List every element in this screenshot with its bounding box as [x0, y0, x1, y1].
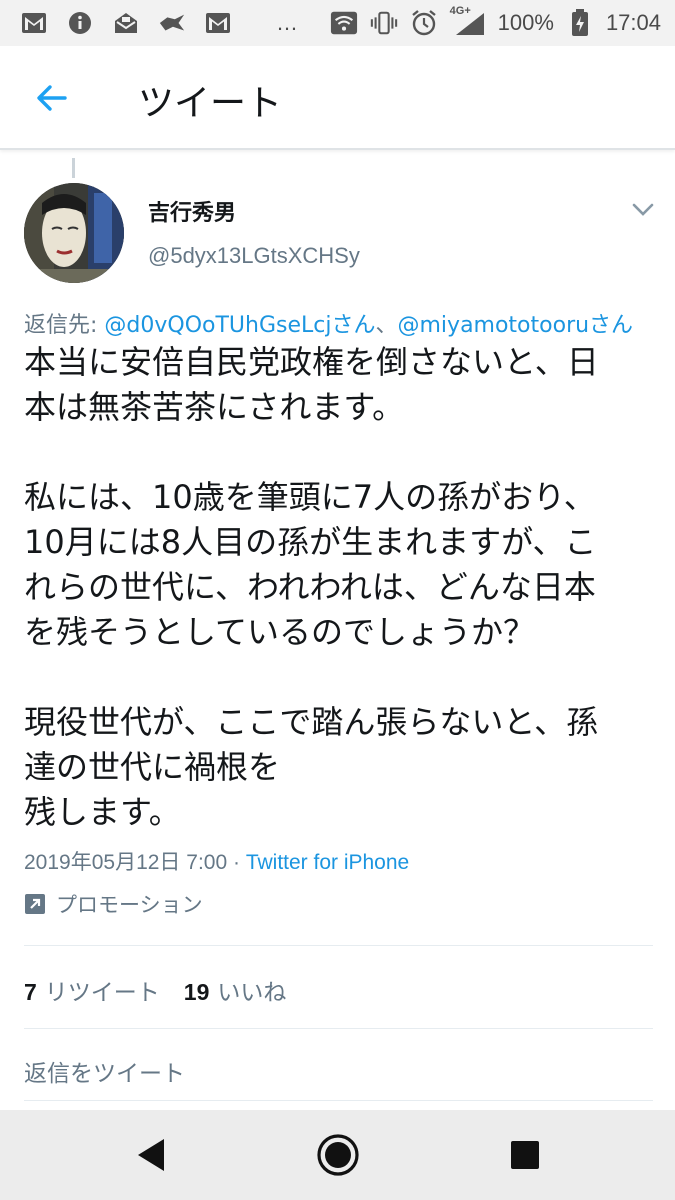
tweet-text-line: 私には、10歳を筆頭に7人の孫がおり、: [24, 478, 596, 516]
wifi-icon: [330, 9, 358, 37]
author-handle[interactable]: @5dyx13LGtsXCHSy: [148, 243, 360, 269]
tweet-text-line: 達の世代に禍根を: [24, 748, 281, 786]
tweet-text-line: 10月には8人目の孫が生まれますが、こ: [24, 523, 597, 561]
nav-back-button[interactable]: [126, 1130, 176, 1180]
battery-charging-icon: [566, 9, 594, 37]
tweet-text-line: 現役世代が、ここで踏ん張らないと、孫: [24, 703, 599, 741]
reply-mention-link[interactable]: @miyamototooruさん: [398, 313, 634, 338]
like-label: いいね: [217, 980, 287, 1006]
divider: [24, 1028, 653, 1029]
info-icon: [66, 9, 94, 37]
author-name[interactable]: 吉行秀男: [148, 195, 236, 227]
circle-home-icon: [317, 1134, 359, 1176]
tweet-text-line: 本当に安倍自民党政権を倒さないと、日: [24, 343, 599, 381]
promotion-link[interactable]: プロモーション: [24, 889, 203, 919]
tweet-meta: 2019年05月12日 7:00 · Twitter for iPhone: [24, 846, 409, 876]
reply-separator: 、: [375, 313, 398, 338]
promotion-label: プロモーション: [56, 893, 203, 917]
reply-to-label: 返信先:: [24, 313, 105, 338]
avatar-image: [24, 183, 124, 283]
tweet-text-line: 本は無茶苦茶にされます。: [24, 388, 405, 426]
status-bar-notifications: …: [20, 8, 300, 38]
like-stat[interactable]: 19 いいね: [184, 973, 287, 1007]
nav-home-button[interactable]: [313, 1130, 363, 1180]
network-type: 4G+: [449, 5, 471, 17]
tweet-stats: 7 リツイート 19 いいね: [24, 973, 286, 1007]
reply-to: 返信先: @d0vQOoTUhGseLcjさん、@miyamototooruさん: [24, 307, 633, 339]
retweet-count: 7: [24, 979, 37, 1005]
tweet-text: 本当に安倍自民党政権を倒さないと、日 本は無茶苦茶にされます。 私には、10歳を…: [24, 340, 664, 835]
square-recents-icon: [511, 1141, 539, 1169]
meta-separator: ·: [227, 851, 246, 874]
tweet-source-link[interactable]: Twitter for iPhone: [246, 851, 409, 874]
vibrate-icon: [370, 9, 398, 37]
nav-recents-button[interactable]: [500, 1130, 550, 1180]
promoted-icon: [25, 894, 45, 914]
alarm-icon: [410, 9, 438, 37]
triangle-back-icon: [138, 1139, 164, 1171]
app-icon: [158, 9, 186, 37]
navigation-bar: [0, 1110, 675, 1200]
status-bar: … 4G+ 100% 17:04: [0, 0, 675, 46]
tweet-menu-button[interactable]: [628, 198, 658, 222]
page-title: ツイート: [138, 83, 283, 124]
more-notifications: …: [276, 10, 300, 35]
divider: [24, 945, 653, 946]
gmail-icon: [20, 9, 48, 37]
status-bar-system: 4G+ 100% 17:04: [330, 5, 661, 38]
reply-mention-link[interactable]: @d0vQOoTUhGseLcjさん: [104, 313, 375, 338]
signal-icon: 4G+: [450, 5, 486, 37]
chevron-down-icon: [632, 203, 654, 216]
app-bar: ツイート: [0, 46, 675, 150]
arrow-left-icon: [37, 85, 67, 111]
like-count: 19: [183, 979, 210, 1005]
tweet-timestamp: 2019年05月12日 7:00: [24, 851, 228, 874]
clock: 17:04: [605, 10, 661, 35]
battery-percent: 100%: [497, 10, 554, 35]
avatar[interactable]: [24, 183, 124, 283]
retweet-label: リツイート: [44, 980, 160, 1006]
reply-tweet-input[interactable]: 返信をツイート: [24, 1054, 185, 1088]
tweet-text-line: を残そうとしているのでしょうか？: [24, 613, 536, 651]
gmail-icon: [204, 9, 232, 37]
mail-notification-icon: [112, 9, 140, 37]
divider: [24, 1100, 653, 1101]
back-button[interactable]: [30, 76, 74, 120]
retweet-stat[interactable]: 7 リツイート: [24, 973, 160, 1007]
tweet-text-line: れらの世代に、われわれは、どんな日本: [24, 568, 596, 606]
thread-connector: [72, 158, 75, 178]
tweet-text-line: 残します。: [24, 793, 181, 831]
